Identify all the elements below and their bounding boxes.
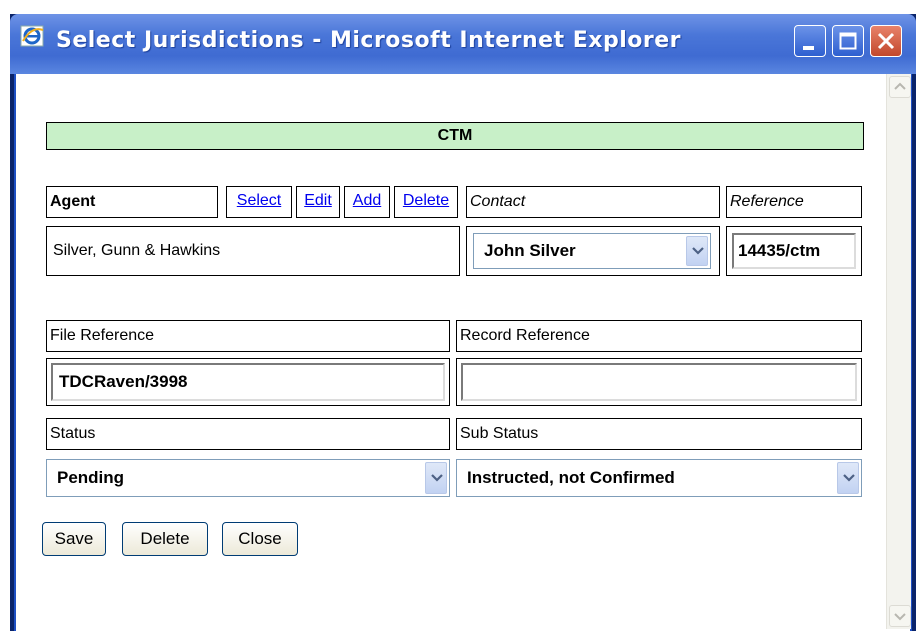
chevron-down-icon xyxy=(894,613,906,621)
close-button[interactable]: Close xyxy=(222,522,298,556)
scroll-down-button[interactable] xyxy=(889,605,911,627)
sub-status-selected: Instructed, not Confirmed xyxy=(467,468,675,487)
record-reference-label-cell: Record Reference xyxy=(456,320,862,352)
agent-label-cell: Agent xyxy=(46,186,218,218)
sub-status-select[interactable]: Instructed, not Confirmed xyxy=(456,459,862,497)
status-label: Status xyxy=(50,425,96,442)
jurisdiction-header: CTM xyxy=(46,122,864,150)
close-window-button[interactable] xyxy=(870,25,902,57)
vertical-scrollbar[interactable] xyxy=(886,74,911,629)
file-reference-input[interactable]: TDCRaven/3998 xyxy=(51,363,445,401)
contact-label-cell: Contact xyxy=(466,186,720,218)
status-selected: Pending xyxy=(57,468,125,487)
contact-cell: John Silver xyxy=(466,226,720,276)
maximize-icon xyxy=(839,32,857,50)
close-icon xyxy=(877,32,895,50)
reference-cell: 14435/ctm xyxy=(726,226,862,276)
internet-explorer-icon xyxy=(20,24,46,50)
sub-status-label: Sub Status xyxy=(460,425,539,442)
agent-label: Agent xyxy=(50,193,96,210)
agent-value: Silver, Gunn & Hawkins xyxy=(53,242,221,259)
record-reference-label: Record Reference xyxy=(460,327,590,344)
sub-status-label-cell: Sub Status xyxy=(456,418,862,450)
page-content: CTM Agent Select Edit Add Delete Contact… xyxy=(16,74,886,629)
agent-edit-link[interactable]: Edit xyxy=(296,186,340,218)
chevron-down-icon[interactable] xyxy=(837,462,859,494)
reference-value: 14435/ctm xyxy=(738,241,821,260)
minimize-icon xyxy=(803,46,814,50)
reference-label: Reference xyxy=(730,193,804,210)
record-reference-cell xyxy=(456,358,862,406)
delete-button[interactable]: Delete xyxy=(122,522,208,556)
record-reference-input[interactable] xyxy=(461,363,857,401)
window-title: Select Jurisdictions - Microsoft Interne… xyxy=(56,28,682,53)
status-label-cell: Status xyxy=(46,418,450,450)
agent-select-link[interactable]: Select xyxy=(226,186,292,218)
reference-input[interactable]: 14435/ctm xyxy=(732,233,856,269)
status-select[interactable]: Pending xyxy=(46,459,450,497)
chevron-down-icon[interactable] xyxy=(425,462,447,494)
chevron-down-icon[interactable] xyxy=(686,236,708,266)
minimize-button[interactable] xyxy=(794,25,826,57)
contact-selected: John Silver xyxy=(484,241,576,260)
window-frame: CTM Agent Select Edit Add Delete Contact… xyxy=(14,74,912,631)
reference-label-cell: Reference xyxy=(726,186,862,218)
agent-delete-link[interactable]: Delete xyxy=(394,186,458,218)
file-reference-value: TDCRaven/3998 xyxy=(59,372,188,391)
agent-add-link[interactable]: Add xyxy=(344,186,390,218)
file-reference-cell: TDCRaven/3998 xyxy=(46,358,450,406)
file-reference-label-cell: File Reference xyxy=(46,320,450,352)
agent-value-cell: Silver, Gunn & Hawkins xyxy=(46,226,460,276)
browser-window: Select Jurisdictions - Microsoft Interne… xyxy=(10,14,916,631)
file-reference-label: File Reference xyxy=(50,327,155,344)
chevron-up-icon xyxy=(894,82,906,90)
scroll-up-button[interactable] xyxy=(889,76,911,98)
title-bar[interactable]: Select Jurisdictions - Microsoft Interne… xyxy=(10,14,916,74)
contact-label: Contact xyxy=(470,193,526,210)
contact-select[interactable]: John Silver xyxy=(473,233,711,269)
save-button[interactable]: Save xyxy=(42,522,106,556)
maximize-button[interactable] xyxy=(832,25,864,57)
